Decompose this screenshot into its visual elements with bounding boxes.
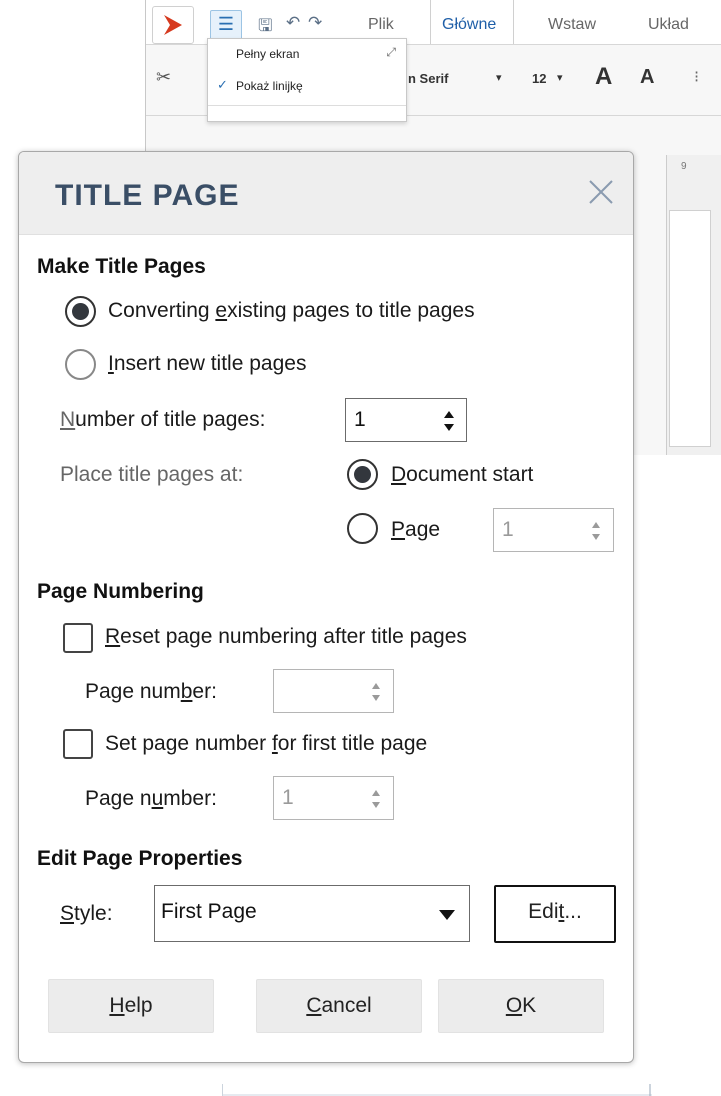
spin-arrows-icon[interactable] bbox=[589, 518, 603, 544]
font-size-field[interactable]: 12 bbox=[532, 71, 546, 86]
tab-uklad[interactable]: Układ bbox=[648, 16, 689, 34]
label-document-start[interactable]: Document start bbox=[391, 463, 533, 487]
app-dropdown-menu: Pełny ekran ⤢ ✓ Pokaż linijkę bbox=[207, 38, 407, 122]
radio-document-start[interactable] bbox=[347, 459, 378, 490]
section-edit-page-properties: Edit Page Properties bbox=[37, 847, 243, 870]
close-icon[interactable] bbox=[585, 176, 617, 208]
grow-font-icon[interactable]: A bbox=[595, 63, 612, 91]
app-logo-icon bbox=[164, 15, 182, 35]
undo-icon[interactable]: ↶ bbox=[286, 13, 300, 33]
tab-glowne[interactable]: Główne bbox=[429, 0, 515, 44]
checkmark-icon: ✓ bbox=[217, 77, 228, 92]
checkbox-set-page-number[interactable] bbox=[63, 729, 93, 759]
list-icon[interactable]: ⁝ bbox=[694, 67, 699, 87]
number-of-title-pages-value: 1 bbox=[354, 408, 366, 431]
dialog-title: TITLE PAGE bbox=[55, 179, 240, 212]
radio-insert-new[interactable] bbox=[65, 349, 96, 380]
font-size-dropdown-icon[interactable]: ▾ bbox=[557, 71, 563, 84]
menu-divider bbox=[208, 105, 406, 106]
page-position-spinbox[interactable]: 1 bbox=[493, 508, 614, 552]
shrink-font-icon[interactable]: A bbox=[640, 66, 654, 89]
label-reset-numbering[interactable]: Reset page numbering after title pages bbox=[105, 625, 467, 649]
label-place-title-pages: Place title pages at: bbox=[60, 463, 244, 486]
label-page[interactable]: Page bbox=[391, 518, 440, 542]
spin-arrows-icon[interactable] bbox=[369, 679, 383, 705]
section-page-numbering: Page Numbering bbox=[37, 580, 204, 603]
ruler-tick: 9 bbox=[681, 161, 687, 172]
dropdown-arrow-icon[interactable] bbox=[439, 910, 455, 920]
fullscreen-icon: ⤢ bbox=[386, 45, 396, 59]
style-select[interactable]: First Page bbox=[154, 885, 470, 942]
hamburger-menu-icon[interactable]: ☰ bbox=[210, 10, 242, 40]
first-page-number-value: 1 bbox=[282, 786, 294, 809]
help-button[interactable]: Help bbox=[48, 979, 214, 1033]
spin-arrows-icon[interactable] bbox=[369, 786, 383, 812]
first-page-number-spinbox[interactable]: 1 bbox=[273, 776, 394, 820]
radio-page[interactable] bbox=[347, 513, 378, 544]
document-page-edge bbox=[669, 210, 711, 447]
section-make-title-pages: Make Title Pages bbox=[37, 255, 206, 278]
ok-button[interactable]: OK bbox=[438, 979, 604, 1033]
label-style: Style: bbox=[60, 902, 113, 925]
tab-plik[interactable]: Plik bbox=[368, 16, 394, 34]
font-name-field[interactable]: n Serif bbox=[408, 71, 448, 86]
label-set-page-number[interactable]: Set page number for first title page bbox=[105, 732, 427, 756]
style-select-value: First Page bbox=[161, 900, 257, 923]
menu-item-fullscreen[interactable]: Pełny ekran bbox=[236, 47, 299, 61]
label-reset-page-number: Page number: bbox=[85, 680, 217, 703]
cut-icon[interactable]: ✂ bbox=[156, 67, 171, 88]
redo-icon[interactable]: ↷ bbox=[308, 13, 322, 33]
spin-arrows-icon[interactable] bbox=[442, 408, 456, 434]
edit-button[interactable]: Edit... bbox=[494, 885, 616, 943]
number-of-title-pages-spinbox[interactable]: 1 bbox=[345, 398, 467, 442]
app-logo[interactable] bbox=[152, 6, 194, 44]
label-first-page-number: Page number: bbox=[85, 787, 217, 810]
menu-item-show-ruler[interactable]: Pokaż linijkę bbox=[236, 79, 303, 93]
label-number-of-title-pages: Number of title pages: bbox=[60, 408, 266, 431]
font-dropdown-icon[interactable]: ▾ bbox=[496, 71, 502, 84]
cancel-button[interactable]: Cancel bbox=[256, 979, 422, 1033]
tab-wstaw[interactable]: Wstaw bbox=[548, 16, 596, 34]
radio-convert-existing[interactable] bbox=[65, 296, 96, 327]
page-position-value: 1 bbox=[502, 518, 514, 541]
checkbox-reset-numbering[interactable] bbox=[63, 623, 93, 653]
label-insert-new[interactable]: Insert new title pages bbox=[108, 352, 306, 376]
title-page-dialog: TITLE PAGE Make Title Pages Converting e… bbox=[18, 151, 634, 1063]
background-ruler-marks bbox=[222, 1084, 652, 1096]
dialog-header: TITLE PAGE bbox=[19, 152, 633, 235]
reset-page-number-spinbox[interactable] bbox=[273, 669, 394, 713]
label-convert-existing[interactable]: Converting existing pages to title pages bbox=[108, 299, 475, 323]
